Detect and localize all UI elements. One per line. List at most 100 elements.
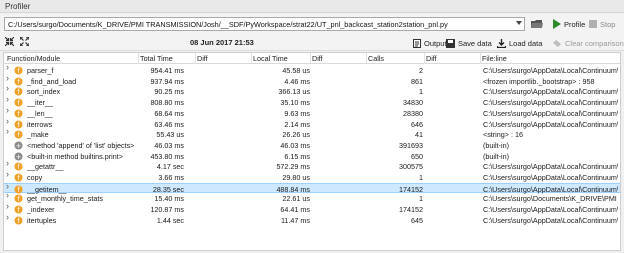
total-time: 90.25 ms bbox=[154, 87, 184, 97]
calls-count: 1 bbox=[419, 173, 423, 182]
calls-count: 174152 bbox=[399, 205, 423, 215]
calls-count: 28380 bbox=[403, 108, 423, 118]
total-time: 808.80 ms bbox=[150, 98, 184, 108]
local-time: 2.14 ms bbox=[284, 119, 310, 129]
total-time: 4.17 sec bbox=[156, 162, 184, 172]
chevron-right-icon[interactable]: › bbox=[6, 203, 11, 209]
local-time: 46.03 ms bbox=[280, 140, 310, 150]
function-name: _find_and_load bbox=[27, 76, 77, 86]
column-separator[interactable] bbox=[195, 53, 196, 64]
column-separator[interactable] bbox=[310, 53, 311, 64]
profiler-toolbar: 08 Jun 2017 21:53 Output Save data Load … bbox=[0, 33, 624, 51]
local-time: 29.80 us bbox=[282, 173, 310, 182]
function-icon: f bbox=[14, 205, 23, 214]
local-time: 9.63 ms bbox=[284, 108, 310, 118]
chevron-right-icon[interactable]: › bbox=[6, 107, 11, 113]
local-time: 366.13 us bbox=[278, 87, 310, 97]
load-data-button[interactable]: Load data bbox=[497, 36, 542, 50]
chevron-right-icon[interactable]: › bbox=[6, 128, 11, 134]
table-row[interactable]: + <built-in method builtins.print> 453.80 … bbox=[4, 151, 620, 162]
total-time: 68.64 ms bbox=[154, 108, 184, 118]
total-time: 1.44 sec bbox=[156, 215, 184, 225]
table-row[interactable]: + <method 'append' of 'list' objects> 46.0… bbox=[4, 140, 620, 151]
chevron-right-icon[interactable]: › bbox=[6, 64, 11, 70]
table-row[interactable]: › f __iter__ 808.80 ms 35.10 ms 34830 C:\Users… bbox=[4, 96, 620, 108]
output-button[interactable]: Output bbox=[413, 36, 447, 50]
function-icon: f bbox=[14, 130, 23, 139]
chevron-right-icon[interactable]: › bbox=[6, 160, 11, 166]
function-icon: f bbox=[14, 120, 23, 129]
table-row[interactable]: › f _find_and_load 937.94 ms 4.46 ms 861 <froz… bbox=[4, 75, 620, 87]
calls-count: 645 bbox=[411, 215, 423, 225]
save-data-label: Save data bbox=[458, 38, 492, 48]
function-name: itertuples bbox=[27, 215, 57, 225]
table-row[interactable]: › f _indexer 120.87 ms 64.41 ms 174152 C:\User… bbox=[4, 203, 620, 215]
collapse-icon bbox=[4, 36, 15, 47]
stop-button[interactable]: Stop bbox=[589, 17, 615, 31]
column-separator[interactable] bbox=[480, 53, 481, 64]
column-separator[interactable] bbox=[366, 53, 367, 64]
table-row[interactable]: › f itertuples 1.44 sec 11.47 ms 645 C:\Users\… bbox=[4, 214, 620, 226]
column-header-file-line[interactable]: File:line bbox=[482, 54, 507, 63]
collapse-all-button[interactable] bbox=[4, 36, 15, 48]
chevron-right-icon[interactable]: › bbox=[6, 183, 11, 189]
column-separator[interactable] bbox=[251, 53, 252, 64]
script-path-combobox[interactable]: C:/Users/surgo/Documents/K_DRIVE/PMI TRA… bbox=[4, 17, 525, 31]
file-line: <frozen importlib._bootstrap> : 958 bbox=[483, 76, 595, 86]
table-row[interactable]: › f __len__ 68.64 ms 9.63 ms 28380 C:\Users\su… bbox=[4, 107, 620, 119]
chevron-right-icon[interactable]: › bbox=[6, 171, 11, 177]
calls-count: 1 bbox=[419, 87, 423, 97]
chevron-right-icon[interactable]: › bbox=[6, 192, 11, 198]
function-icon: f bbox=[14, 216, 23, 225]
profile-label: Profile bbox=[564, 19, 586, 29]
column-header-diff[interactable]: Diff bbox=[312, 54, 323, 63]
table-row-selected[interactable]: › f __getitem__ 28.35 sec 488.84 ms 174152 C:\… bbox=[4, 182, 620, 194]
table-row[interactable]: › f _make 55.43 us 26.26 us 41 <string> : 16 bbox=[4, 128, 620, 140]
function-name: _indexer bbox=[27, 205, 55, 215]
file-line: C:\Users\surgo\AppData\Local\Continuum\A… bbox=[483, 119, 618, 129]
expand-all-button[interactable] bbox=[19, 36, 30, 48]
column-header-total-time[interactable]: Total Time bbox=[140, 54, 173, 63]
function-icon: f bbox=[14, 109, 23, 118]
column-header-function[interactable]: Function/Module bbox=[7, 54, 60, 63]
function-icon: f bbox=[14, 87, 23, 96]
table-row[interactable]: › f sort_index 90.25 ms 366.13 us 1 C:\Users\s… bbox=[4, 85, 620, 97]
table-row[interactable]: › f parser_f 954.41 ms 45.58 us 2 C:\Users\sur… bbox=[4, 64, 620, 76]
stop-label: Stop bbox=[600, 19, 616, 29]
profile-button[interactable]: Profile bbox=[552, 17, 585, 31]
column-separator[interactable] bbox=[138, 53, 139, 64]
save-data-button[interactable]: Save data bbox=[446, 36, 492, 50]
load-data-label: Load data bbox=[509, 38, 543, 48]
column-header-local-time[interactable]: Local Time bbox=[253, 54, 288, 63]
document-icon bbox=[413, 38, 421, 48]
table-row[interactable]: › f copy 3.66 ms 29.80 us 1 C:\Users\surgo\App… bbox=[4, 171, 620, 183]
table-row[interactable]: › f __getattr__ 4.17 sec 572.29 ms 300575 C:\U… bbox=[4, 160, 620, 172]
function-name: sort_index bbox=[27, 87, 61, 97]
clear-comparison-button[interactable]: Clear comparison bbox=[552, 36, 624, 50]
table-header: Function/Module Total Time Diff Local Ti… bbox=[4, 53, 620, 64]
download-icon bbox=[497, 38, 506, 48]
column-header-diff[interactable]: Diff bbox=[197, 54, 208, 63]
chevron-right-icon[interactable]: › bbox=[6, 214, 11, 220]
path-bar: C:/Users/surgo/Documents/K_DRIVE/PMI TRA… bbox=[0, 14, 624, 33]
table-row[interactable]: › f iterrows 63.46 ms 2.14 ms 646 C:\Users\sur… bbox=[4, 118, 620, 130]
chevron-down-icon[interactable] bbox=[516, 21, 522, 25]
total-time: 15.40 ms bbox=[154, 194, 184, 204]
function-name: __getattr__ bbox=[27, 162, 64, 172]
column-header-diff[interactable]: Diff bbox=[426, 54, 437, 63]
chevron-right-icon[interactable]: › bbox=[6, 96, 11, 102]
column-separator[interactable] bbox=[424, 53, 425, 64]
function-icon: f bbox=[14, 77, 23, 86]
expand-icon bbox=[19, 36, 30, 47]
local-time: 6.15 ms bbox=[284, 151, 310, 161]
erase-icon bbox=[553, 39, 561, 47]
function-icon: f bbox=[14, 194, 23, 203]
table-row[interactable]: › f get_monthly_time_stats 15.40 ms 22.61 us… bbox=[4, 192, 620, 204]
chevron-right-icon[interactable]: › bbox=[6, 75, 11, 81]
profiler-tree-table[interactable]: Function/Module Total Time Diff Local Ti… bbox=[3, 52, 621, 251]
column-header-calls[interactable]: Calls bbox=[368, 54, 384, 63]
chevron-right-icon[interactable]: › bbox=[6, 118, 11, 124]
open-folder-button[interactable] bbox=[531, 17, 543, 31]
total-time: 63.46 ms bbox=[154, 119, 184, 129]
chevron-right-icon[interactable]: › bbox=[6, 85, 11, 91]
